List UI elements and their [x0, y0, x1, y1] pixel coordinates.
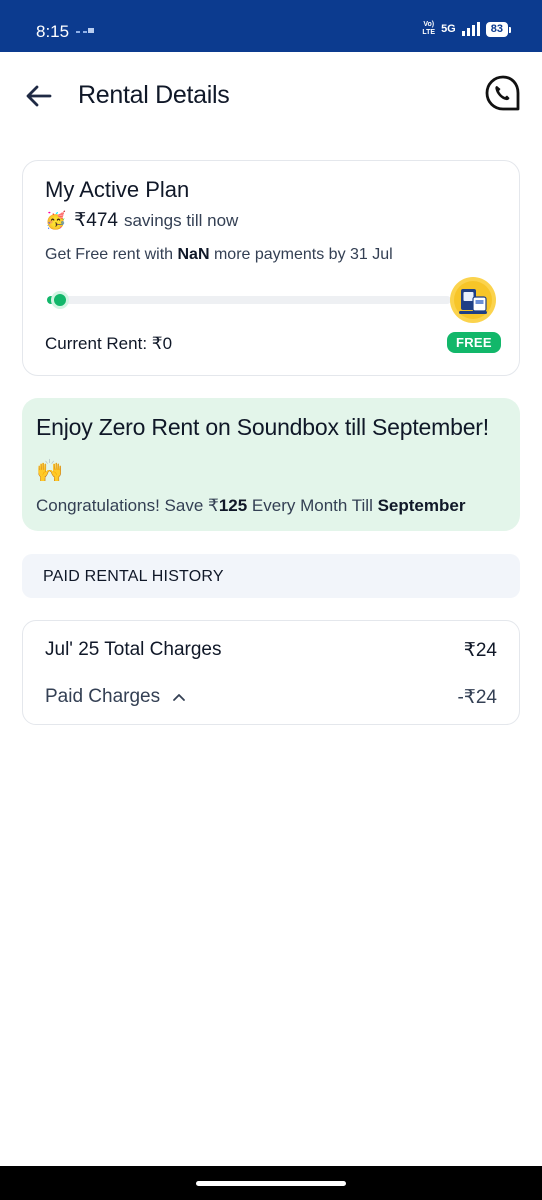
free-rent-message: Get Free rent with NaN more payments by … — [45, 246, 393, 264]
chevron-up-icon — [173, 694, 186, 701]
raising-hands-icon: 🙌 — [36, 458, 64, 483]
promo-amount: 125 — [218, 496, 248, 515]
free-badge: FREE — [447, 332, 501, 353]
page-title: Rental Details — [78, 81, 230, 109]
paid-charges-label: Paid Charges — [45, 686, 161, 707]
status-time: 8:15 — [36, 22, 70, 41]
charges-month-title: Jul' 25 Total Charges — [45, 639, 222, 660]
arrow-left-icon — [26, 85, 52, 107]
system-nav-bar — [0, 1166, 542, 1200]
party-emoji-icon: 🥳 — [45, 210, 67, 230]
volte-icon: Vo) LTE — [422, 21, 436, 36]
app-header: Rental Details — [0, 52, 542, 138]
history-section-header: PAID RENTAL HISTORY — [22, 554, 520, 598]
zero-rent-promo-card: Enjoy Zero Rent on Soundbox till Septemb… — [22, 398, 520, 531]
home-indicator[interactable] — [196, 1181, 346, 1186]
promo-title: Enjoy Zero Rent on Soundbox till Septemb… — [36, 414, 489, 440]
help-button[interactable] — [484, 74, 522, 112]
free-count: NaN — [177, 246, 210, 263]
paid-charges-toggle[interactable]: Paid Charges — [45, 686, 186, 708]
signal-icon — [461, 22, 480, 36]
charges-total-amount: ₹24 — [463, 640, 497, 661]
free-suffix: more payments by 31 Jul — [213, 246, 393, 263]
back-button[interactable] — [22, 80, 56, 112]
status-bar: 8:15 Vo) LTE 5G 83 — [0, 0, 542, 52]
plan-title: My Active Plan — [45, 177, 190, 202]
savings-suffix: savings till now — [123, 210, 239, 230]
promo-text-prefix: Congratulations! Save ₹ — [36, 496, 219, 515]
current-rent: Current Rent: ₹0 — [45, 334, 173, 353]
notification-icon — [76, 28, 94, 36]
status-indicators: Vo) LTE 5G 83 — [422, 21, 512, 37]
paid-charges-amount: -₹24 — [457, 687, 497, 708]
savings-amount: ₹474 — [74, 210, 118, 231]
savings-row: 🥳 ₹474 savings till now — [45, 209, 238, 232]
promo-month: September — [377, 496, 466, 515]
soundbox-device-icon — [450, 277, 496, 323]
promo-text-middle: Every Month Till — [251, 496, 373, 515]
progress-knob — [51, 291, 70, 309]
free-prefix: Get Free rent with — [45, 246, 174, 263]
battery-icon: 83 — [485, 21, 512, 37]
network-type: 5G — [441, 23, 456, 35]
active-plan-card: My Active Plan 🥳 ₹474 savings till now G… — [22, 160, 520, 376]
phone-chat-icon — [485, 75, 520, 111]
rent-progress-bar — [47, 291, 451, 309]
monthly-charges-card: Jul' 25 Total Charges ₹24 Paid Charges -… — [22, 620, 520, 725]
promo-message: Congratulations! Save ₹125 Every Month T… — [36, 496, 465, 516]
history-label: PAID RENTAL HISTORY — [43, 568, 224, 585]
